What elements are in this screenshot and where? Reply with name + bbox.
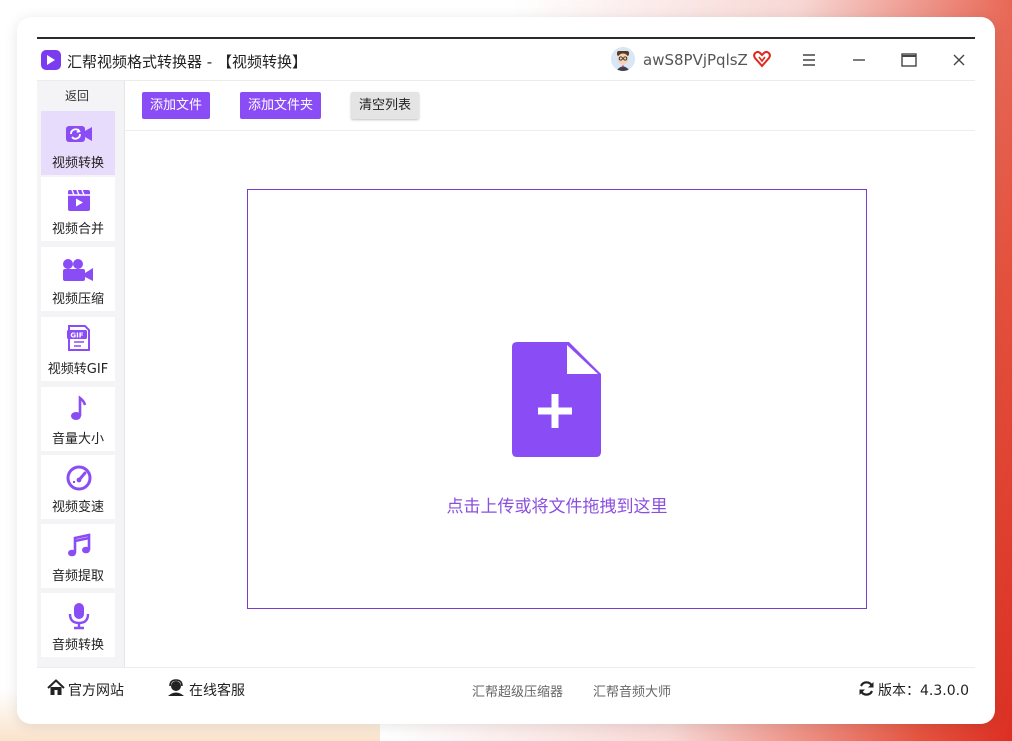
- add-file-button[interactable]: 添加文件: [142, 92, 211, 119]
- online-support-link[interactable]: 在线客服: [189, 680, 245, 700]
- vip-heart-icon[interactable]: [753, 50, 771, 72]
- home-icon[interactable]: [47, 679, 65, 701]
- music-note-icon: [65, 395, 93, 423]
- drop-zone-text: 点击上传或将文件拖拽到这里: [446, 497, 668, 517]
- sidebar-item-label: 视频压缩: [51, 292, 104, 307]
- menu-icon[interactable]: [797, 48, 821, 72]
- window-title: 汇帮视频格式转换器 - 【视频转换】: [67, 53, 307, 71]
- sidebar-item-speed[interactable]: 视频变速: [41, 455, 115, 519]
- user-avatar[interactable]: [611, 47, 635, 71]
- official-website-link[interactable]: 官方网站: [68, 680, 124, 700]
- app-window: 汇帮视频格式转换器 - 【视频转换】 awS8PVjPqlsZ 返回 视频转换 …: [17, 17, 995, 724]
- sidebar-item-label: 音量大小: [51, 432, 104, 447]
- minimize-icon[interactable]: [847, 48, 871, 72]
- video-convert-icon: [65, 121, 93, 147]
- clear-list-button[interactable]: 清空列表: [351, 92, 420, 119]
- sidebar: 返回 视频转换 视频合并 视频压缩 GIF 视频转GIF 音量大小 视频变速 音…: [37, 81, 125, 667]
- username[interactable]: awS8PVjPqlsZ: [643, 51, 748, 69]
- version-label: 版本：4.3.0.0: [878, 683, 969, 699]
- close-icon[interactable]: [947, 48, 971, 72]
- footer: 官方网站 在线客服 汇帮超级压缩器 汇帮音频大师 版本：4.3.0.0: [37, 667, 975, 709]
- maximize-icon[interactable]: [897, 48, 921, 72]
- add-folder-button[interactable]: 添加文件夹: [240, 92, 322, 119]
- microphone-icon: [65, 603, 93, 630]
- music-notes-icon: [65, 533, 93, 560]
- app-logo-icon: [41, 50, 61, 70]
- file-drop-zone[interactable]: 点击上传或将文件拖拽到这里: [247, 189, 867, 609]
- speedometer-icon: [65, 465, 93, 491]
- sidebar-item-label: 视频变速: [51, 500, 104, 515]
- sidebar-item-label: 视频转换: [51, 156, 104, 171]
- back-button[interactable]: 返回: [37, 87, 117, 104]
- sidebar-item-video-convert[interactable]: 视频转换: [41, 111, 115, 175]
- super-compressor-link[interactable]: 汇帮超级压缩器: [472, 681, 563, 700]
- audio-master-link[interactable]: 汇帮音频大师: [593, 681, 671, 700]
- gif-icon: GIF: [65, 325, 93, 353]
- title-bar: 汇帮视频格式转换器 - 【视频转换】 awS8PVjPqlsZ: [37, 39, 975, 81]
- sidebar-item-audio-extract[interactable]: 音频提取: [41, 524, 115, 588]
- add-file-icon: [511, 342, 603, 462]
- video-compress-icon: [63, 257, 93, 283]
- refresh-icon[interactable]: [858, 680, 875, 701]
- sidebar-item-label: 音频提取: [51, 569, 104, 584]
- customer-service-icon[interactable]: [167, 679, 185, 701]
- sidebar-item-label: 音频转换: [51, 638, 104, 653]
- sidebar-item-video-compress[interactable]: 视频压缩: [41, 247, 115, 311]
- sidebar-item-volume[interactable]: 音量大小: [41, 387, 115, 451]
- sidebar-item-audio-convert[interactable]: 音频转换: [41, 593, 115, 657]
- window-frame: 汇帮视频格式转换器 - 【视频转换】 awS8PVjPqlsZ 返回 视频转换 …: [37, 37, 975, 709]
- sidebar-item-label: 视频转GIF: [47, 362, 109, 377]
- video-merge-icon: [65, 187, 93, 213]
- sidebar-item-label: 视频合并: [51, 222, 104, 237]
- svg-text:GIF: GIF: [70, 332, 83, 340]
- toolbar: 添加文件 添加文件夹 清空列表: [125, 81, 975, 131]
- sidebar-item-video-merge[interactable]: 视频合并: [41, 177, 115, 241]
- sidebar-item-gif[interactable]: GIF 视频转GIF: [41, 317, 115, 381]
